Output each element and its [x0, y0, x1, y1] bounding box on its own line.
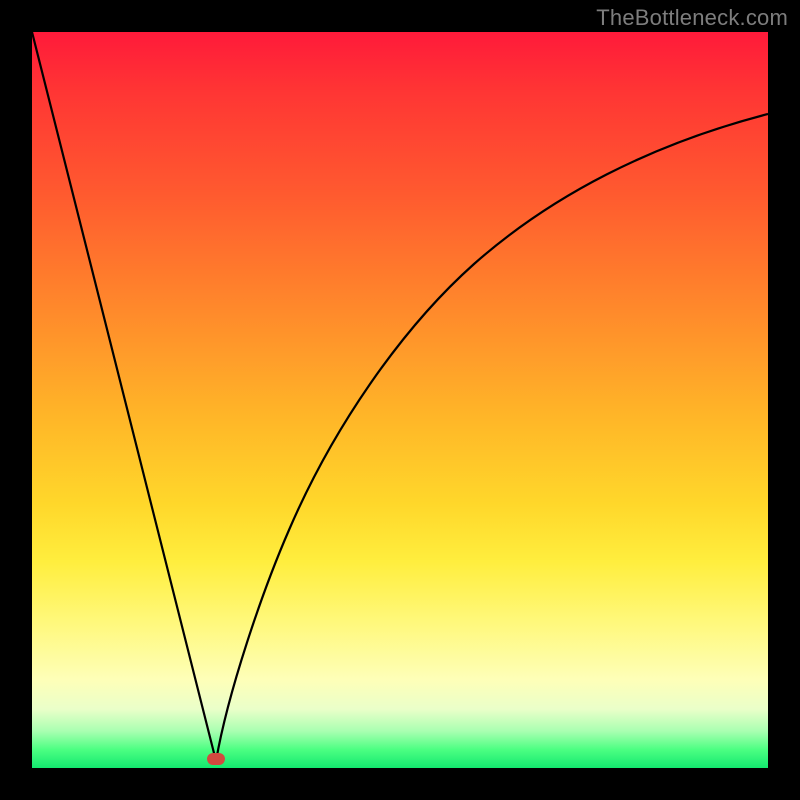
bottleneck-curve [32, 32, 768, 768]
optimal-point-marker [207, 753, 225, 765]
curve-path [32, 32, 768, 761]
credit-text: TheBottleneck.com [596, 5, 788, 31]
plot-area [32, 32, 768, 768]
chart-container: TheBottleneck.com [0, 0, 800, 800]
